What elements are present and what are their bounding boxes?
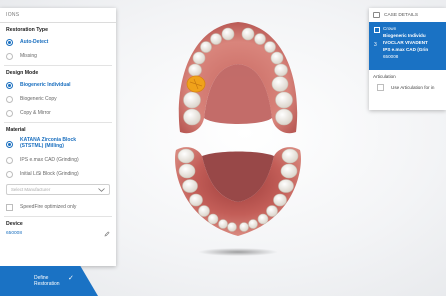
device-title: Device xyxy=(6,221,23,227)
option-auto-detect[interactable]: Auto-Detect xyxy=(0,35,116,49)
define-restoration-label: Define Restoration xyxy=(34,275,60,287)
option-biogeneric-individual[interactable]: Biogeneric Individual xyxy=(0,78,116,92)
case-card-checkbox[interactable] xyxy=(374,27,380,33)
option-label: IPS e.max CAD (Grinding) xyxy=(20,157,79,163)
define-restoration-button[interactable]: Define Restoration ✓ xyxy=(0,266,98,296)
option-label: KATANA Zirconia Block (STSTML) (Milling) xyxy=(20,137,76,150)
option-initial-lisi[interactable]: Initial LiSi Block (Grinding) xyxy=(0,167,116,181)
tooth-number: 3 xyxy=(374,42,377,48)
articulation-checkbox[interactable] xyxy=(377,84,384,91)
speedfire-label: SpeedFire optimized only xyxy=(20,204,77,210)
option-label: Biogeneric Individual xyxy=(20,82,71,88)
option-ips-emax[interactable]: IPS e.max CAD (Grinding) xyxy=(0,153,116,167)
case-details-header: CASE DETAILS xyxy=(369,8,446,22)
material-title: Material xyxy=(6,127,26,133)
device-row[interactable]: 650008 xyxy=(0,229,116,238)
option-biogeneric-copy[interactable]: Biogeneric Copy xyxy=(0,92,116,106)
option-label: Copy & Mirror xyxy=(20,110,51,116)
option-katana-zirconia[interactable]: KATANA Zirconia Block (STSTML) (Milling) xyxy=(0,135,116,153)
panel-header: IONS xyxy=(0,8,116,23)
radio-missing[interactable] xyxy=(6,52,13,60)
option-label: Missing xyxy=(20,53,37,59)
restoration-type-title: Restoration Type xyxy=(6,27,48,33)
case-restoration-card[interactable]: 3 Crown Biogeneric Individu IVOCLAR VIVA… xyxy=(369,22,446,70)
speedfire-checkbox[interactable] xyxy=(6,203,13,211)
define-label-line2: Restoration xyxy=(34,281,60,287)
articulation-option[interactable]: Use Articulation for in xyxy=(369,84,446,91)
case-line5: 650008 xyxy=(383,54,399,59)
option-copy-mirror[interactable]: Copy & Mirror xyxy=(0,106,116,120)
manufacturer-select[interactable]: Select Manufacturer xyxy=(6,184,110,195)
radio-ips-emax[interactable] xyxy=(6,156,13,164)
radio-katana-zirconia[interactable] xyxy=(6,140,13,148)
case-details-title: CASE DETAILS xyxy=(384,12,419,18)
radio-copy-mirror[interactable] xyxy=(6,109,13,117)
radio-biogeneric-copy[interactable] xyxy=(6,95,13,103)
radio-initial-lisi[interactable] xyxy=(6,170,13,178)
select-placeholder: Select Manufacturer xyxy=(11,187,51,192)
articulation-title: Articulation xyxy=(373,74,396,79)
radio-auto-detect[interactable] xyxy=(6,38,13,46)
articulation-label: Use Articulation for in xyxy=(391,85,435,90)
case-line2: Biogeneric Individu xyxy=(383,33,426,38)
case-details-panel: CASE DETAILS 3 Crown Biogeneric Individu… xyxy=(369,8,446,110)
radio-biogeneric-individual[interactable] xyxy=(6,81,13,89)
option-label-line2: (STSTML) (Milling) xyxy=(20,143,64,149)
option-missing[interactable]: Missing xyxy=(0,49,116,63)
speedfire-option[interactable]: SpeedFire optimized only xyxy=(0,200,116,214)
case-icon xyxy=(373,12,380,18)
upper-jaw[interactable] xyxy=(178,22,298,134)
device-value[interactable]: 650008 xyxy=(6,231,22,236)
jaw-model-viewport[interactable] xyxy=(168,14,308,264)
option-label: Initial LiSi Block (Grinding) xyxy=(20,171,79,177)
restoration-options-panel: IONS Restoration Type Auto-Detect Missin… xyxy=(0,8,116,266)
option-label: Auto-Detect xyxy=(20,39,49,45)
design-mode-title: Design Mode xyxy=(6,70,39,76)
check-icon: ✓ xyxy=(68,275,74,282)
pencil-icon[interactable] xyxy=(104,230,110,237)
chevron-down-icon xyxy=(98,187,105,192)
case-line1: Crown xyxy=(383,26,397,31)
option-label: Biogeneric Copy xyxy=(20,96,57,102)
lower-jaw[interactable] xyxy=(175,147,301,236)
model-shadow xyxy=(198,248,278,256)
case-line3: IVOCLAR VIVADENT xyxy=(383,40,428,45)
case-line4: IPS e.max CAD (Grin xyxy=(383,47,429,52)
